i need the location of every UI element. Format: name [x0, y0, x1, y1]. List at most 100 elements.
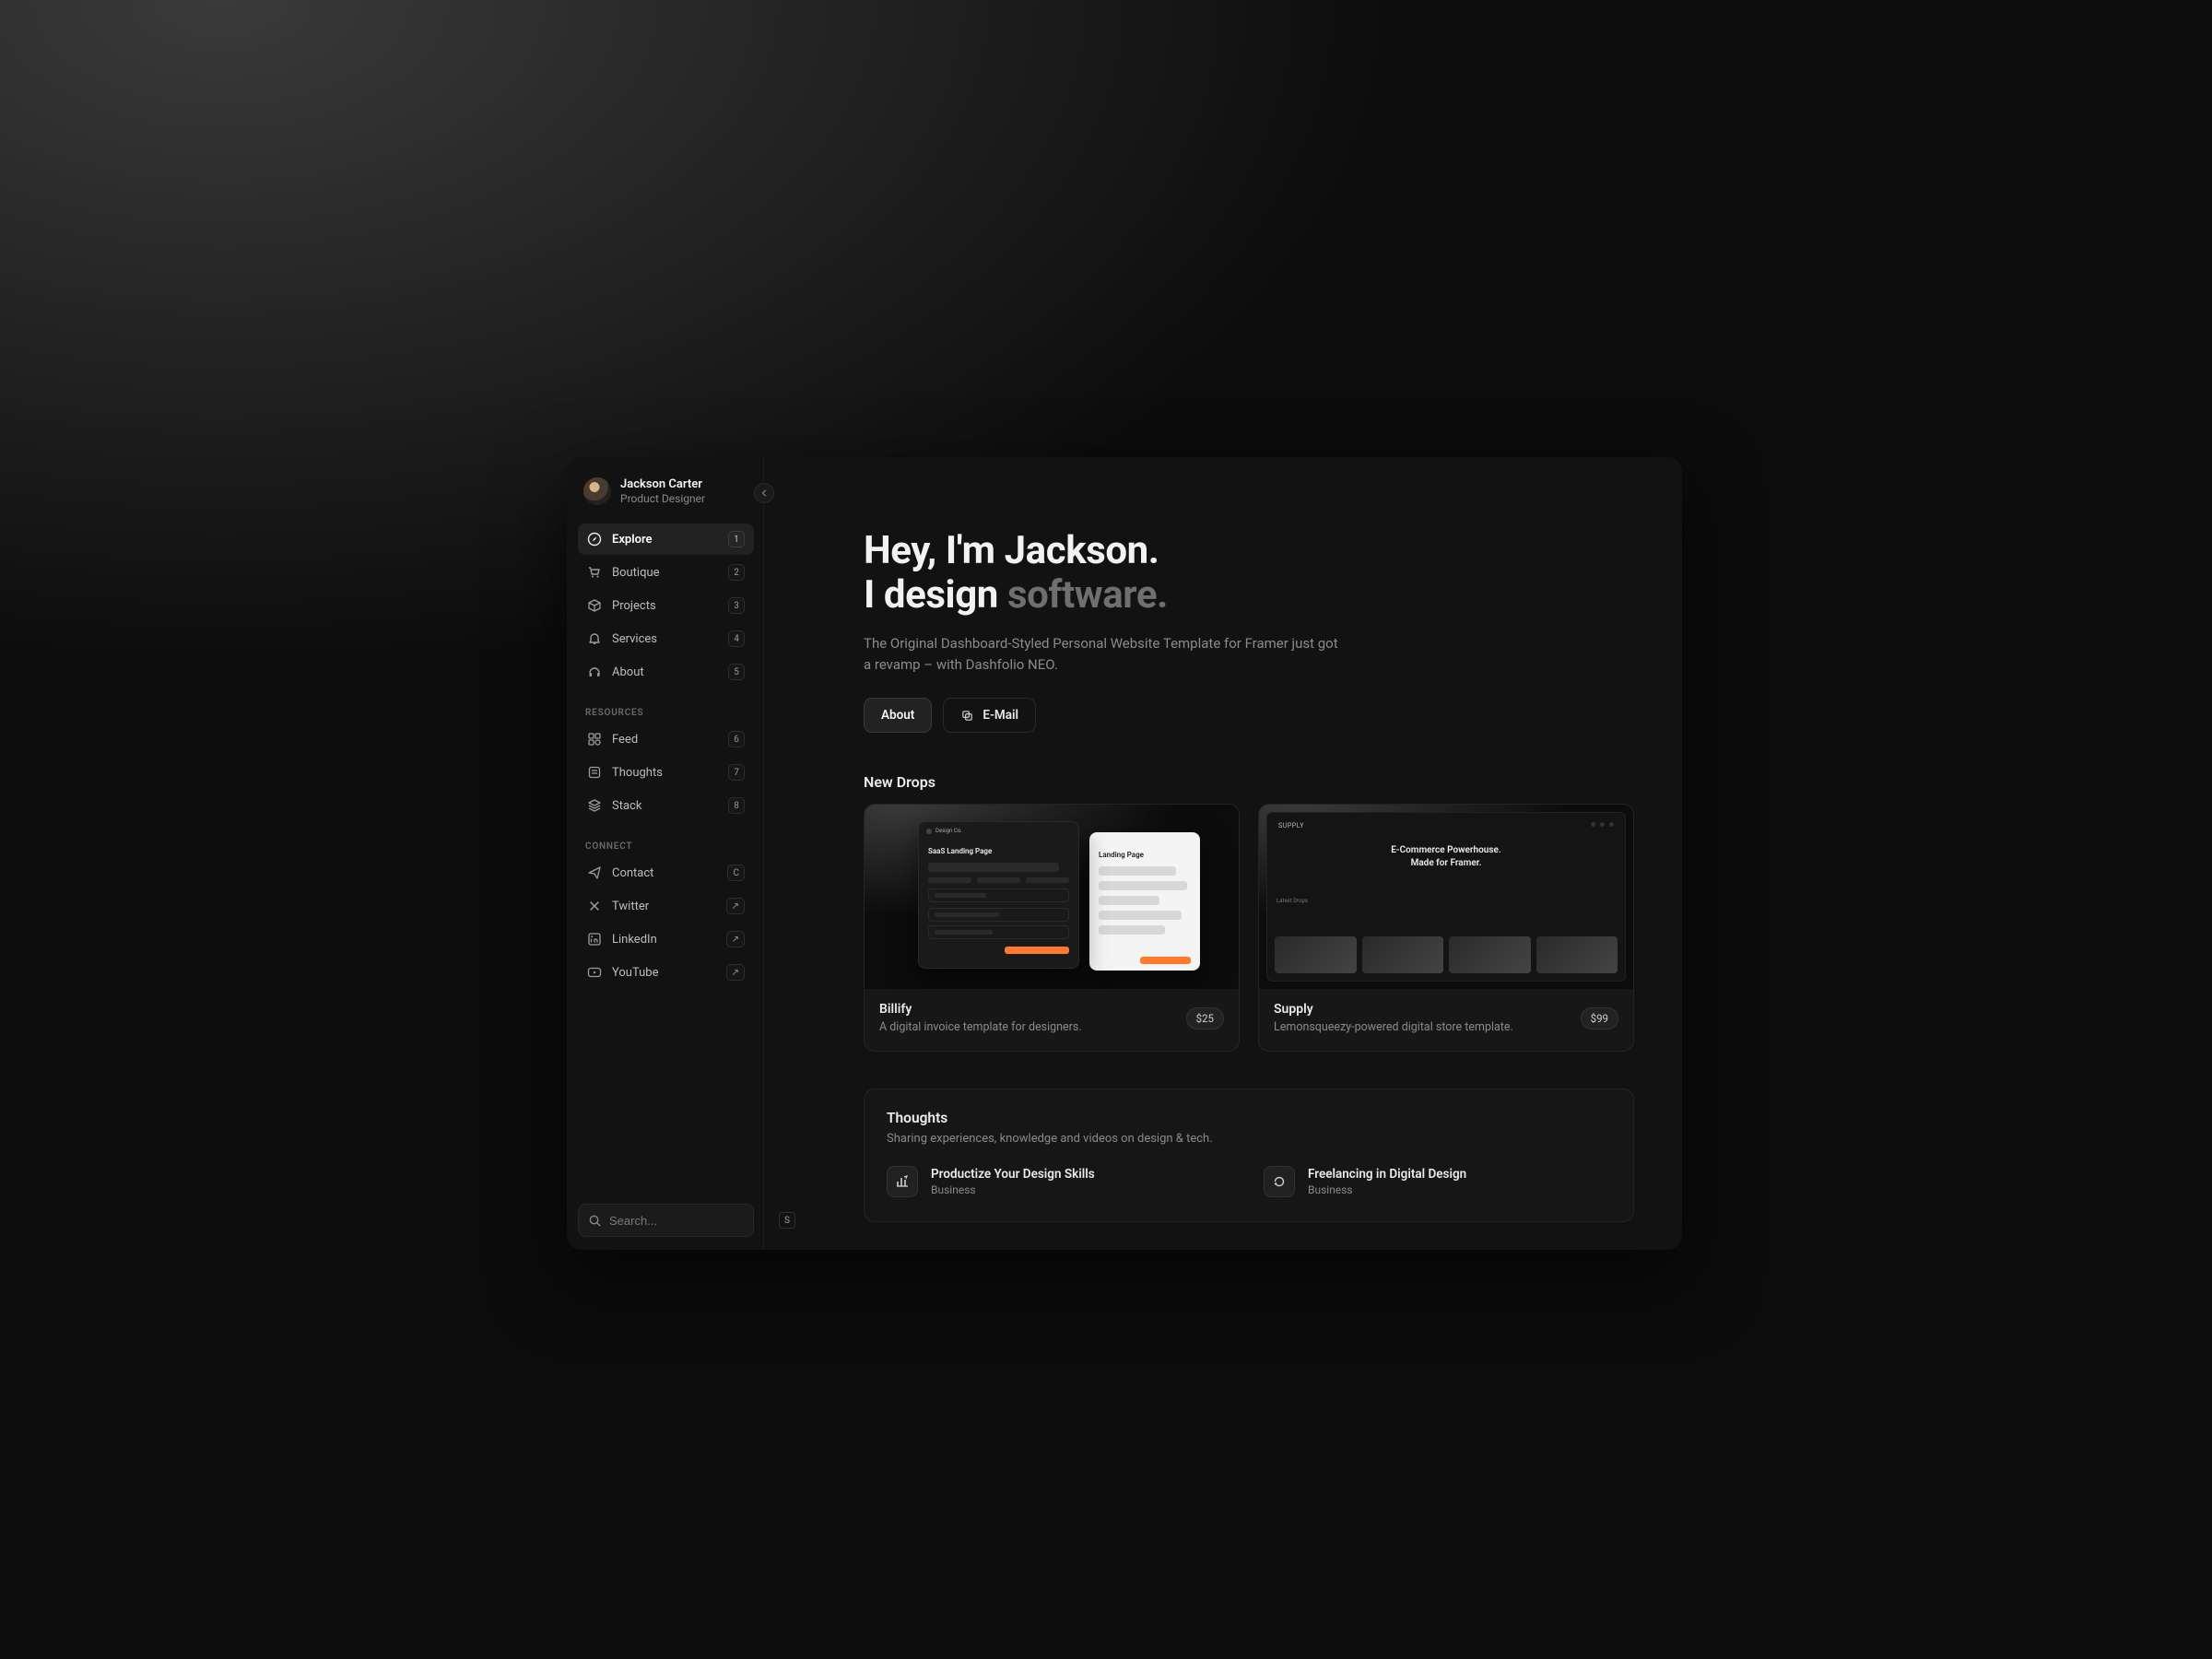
nav-item-explore[interactable]: Explore 1	[578, 524, 754, 555]
nav-connect: Contact C Twitter ↗ LinkedIn ↗ YouTube ↗	[578, 857, 754, 988]
headset-icon	[587, 665, 602, 679]
thoughts-list: Productize Your Design Skills Business F…	[887, 1166, 1611, 1197]
nav-item-label: Explore	[612, 533, 718, 547]
nav-main: Explore 1 Boutique 2 Projects 3 Services…	[578, 524, 754, 688]
preview-brand: SUPPLY	[1278, 822, 1304, 830]
drop-title: Billify	[879, 1002, 1186, 1017]
layers-icon	[587, 798, 602, 813]
compass-icon	[587, 532, 602, 547]
cube-icon	[587, 598, 602, 613]
profile-name: Jackson Carter	[620, 477, 705, 491]
button-label: About	[881, 708, 914, 723]
nav-item-badge: 2	[728, 564, 745, 581]
preview-strip	[1275, 936, 1618, 973]
nav-item-badge: C	[727, 865, 745, 881]
search-icon	[588, 1214, 602, 1228]
nav-item-badge: ↗	[726, 931, 745, 947]
nav-item-label: Thoughts	[612, 766, 718, 780]
profile-block[interactable]: Jackson Carter Product Designer	[578, 472, 754, 524]
preview-headline: E-Commerce Powerhouse.	[1391, 845, 1500, 855]
sidebar: Jackson Carter Product Designer Explore …	[567, 457, 764, 1250]
nav-item-badge: 4	[728, 630, 745, 647]
nav-item-badge: 6	[728, 731, 745, 747]
youtube-icon	[587, 965, 602, 980]
preview-supply-window: SUPPLY E-Commerce Powerhouse. Made for F…	[1266, 812, 1626, 982]
note-icon	[587, 765, 602, 780]
nav-item-about[interactable]: About 5	[578, 656, 754, 688]
nav-item-label: Stack	[612, 799, 718, 813]
chart-icon	[887, 1166, 918, 1197]
preview-title: SaaS Landing Page	[919, 840, 1078, 857]
avatar	[583, 477, 611, 505]
nav-item-label: LinkedIn	[612, 933, 716, 947]
nav-resources: Feed 6 Thoughts 7 Stack 8	[578, 724, 754, 821]
hero-actions: About E-Mail	[864, 698, 1634, 733]
nav-item-badge: 8	[728, 797, 745, 814]
about-button[interactable]: About	[864, 698, 932, 733]
nav-item-feed[interactable]: Feed 6	[578, 724, 754, 755]
nav-item-projects[interactable]: Projects 3	[578, 590, 754, 621]
drop-desc: Lemonsqueezy-powered digital store templ…	[1274, 1020, 1581, 1034]
thoughts-panel: Thoughts Sharing experiences, knowledge …	[864, 1088, 1634, 1222]
group-label-resources: RESOURCES	[578, 700, 754, 724]
thought-item[interactable]: Productize Your Design Skills Business	[887, 1166, 1234, 1197]
nav-item-label: About	[612, 665, 718, 679]
thought-category: Business	[1308, 1183, 1466, 1196]
hero-subtitle: The Original Dashboard-Styled Personal W…	[864, 633, 1343, 677]
x-logo-icon	[587, 899, 602, 913]
nav-item-label: Twitter	[612, 900, 716, 913]
drop-price: $25	[1186, 1007, 1224, 1030]
thoughts-title: Thoughts	[887, 1110, 1611, 1126]
thought-item[interactable]: Freelancing in Digital Design Business	[1264, 1166, 1611, 1197]
nav-item-youtube[interactable]: YouTube ↗	[578, 957, 754, 988]
profile-role: Product Designer	[620, 492, 705, 505]
drop-desc: A digital invoice template for designers…	[879, 1020, 1186, 1034]
drop-price: $99	[1581, 1007, 1618, 1030]
linkedin-icon	[587, 932, 602, 947]
drop-card-supply[interactable]: SUPPLY E-Commerce Powerhouse. Made for F…	[1258, 804, 1634, 1052]
nav-item-thoughts[interactable]: Thoughts 7	[578, 757, 754, 788]
thought-category: Business	[931, 1183, 1095, 1196]
nav-item-linkedin[interactable]: LinkedIn ↗	[578, 924, 754, 955]
nav-item-label: Contact	[612, 866, 717, 880]
preview-headline: Made for Framer.	[1411, 858, 1482, 868]
thought-title: Freelancing in Digital Design	[1308, 1167, 1466, 1182]
preview-light-window: Landing Page	[1089, 832, 1200, 971]
drop-card-billify[interactable]: Landing Page Design Co. SaaS Land	[864, 804, 1240, 1052]
group-label-connect: CONNECT	[578, 834, 754, 857]
nav-item-boutique[interactable]: Boutique 2	[578, 557, 754, 588]
search-bar[interactable]: S	[578, 1204, 754, 1237]
nav-item-label: Feed	[612, 733, 718, 747]
preview-strip-label: Latest Drops	[1277, 898, 1616, 904]
grid-icon	[587, 732, 602, 747]
refresh-icon	[1264, 1166, 1295, 1197]
search-input[interactable]	[609, 1214, 771, 1228]
nav-item-badge: 5	[728, 664, 745, 680]
nav-item-label: Services	[612, 632, 718, 646]
nav-item-badge: ↗	[726, 898, 745, 914]
nav-item-services[interactable]: Services 4	[578, 623, 754, 654]
nav-item-label: Boutique	[612, 566, 718, 580]
sidebar-collapse-button[interactable]	[754, 483, 774, 503]
chevron-left-icon	[759, 488, 770, 499]
nav-item-label: YouTube	[612, 966, 716, 980]
preview-dark-window: Design Co. SaaS Landing Page	[918, 821, 1079, 969]
email-button[interactable]: E-Mail	[943, 698, 1036, 733]
hero-title: Hey, I'm Jackson. I design software.	[864, 529, 1634, 618]
preview-title: Landing Page	[1089, 843, 1200, 861]
main-content: Hey, I'm Jackson. I design software. The…	[764, 457, 1682, 1250]
hero-line2a: I design	[864, 572, 1007, 618]
section-title-drops: New Drops	[864, 773, 1634, 791]
drop-thumbnail: SUPPLY E-Commerce Powerhouse. Made for F…	[1259, 805, 1633, 989]
nav-item-badge: 3	[728, 597, 745, 614]
thoughts-subtitle: Sharing experiences, knowledge and video…	[887, 1132, 1611, 1146]
copy-icon	[960, 709, 974, 723]
nav-item-stack[interactable]: Stack 8	[578, 790, 754, 821]
button-label: E-Mail	[982, 708, 1018, 723]
nav-item-twitter[interactable]: Twitter ↗	[578, 890, 754, 922]
nav-item-contact[interactable]: Contact C	[578, 857, 754, 888]
cart-icon	[587, 565, 602, 580]
drops-list: Landing Page Design Co. SaaS Land	[864, 804, 1634, 1052]
bell-icon	[587, 631, 602, 646]
drop-title: Supply	[1274, 1002, 1581, 1017]
